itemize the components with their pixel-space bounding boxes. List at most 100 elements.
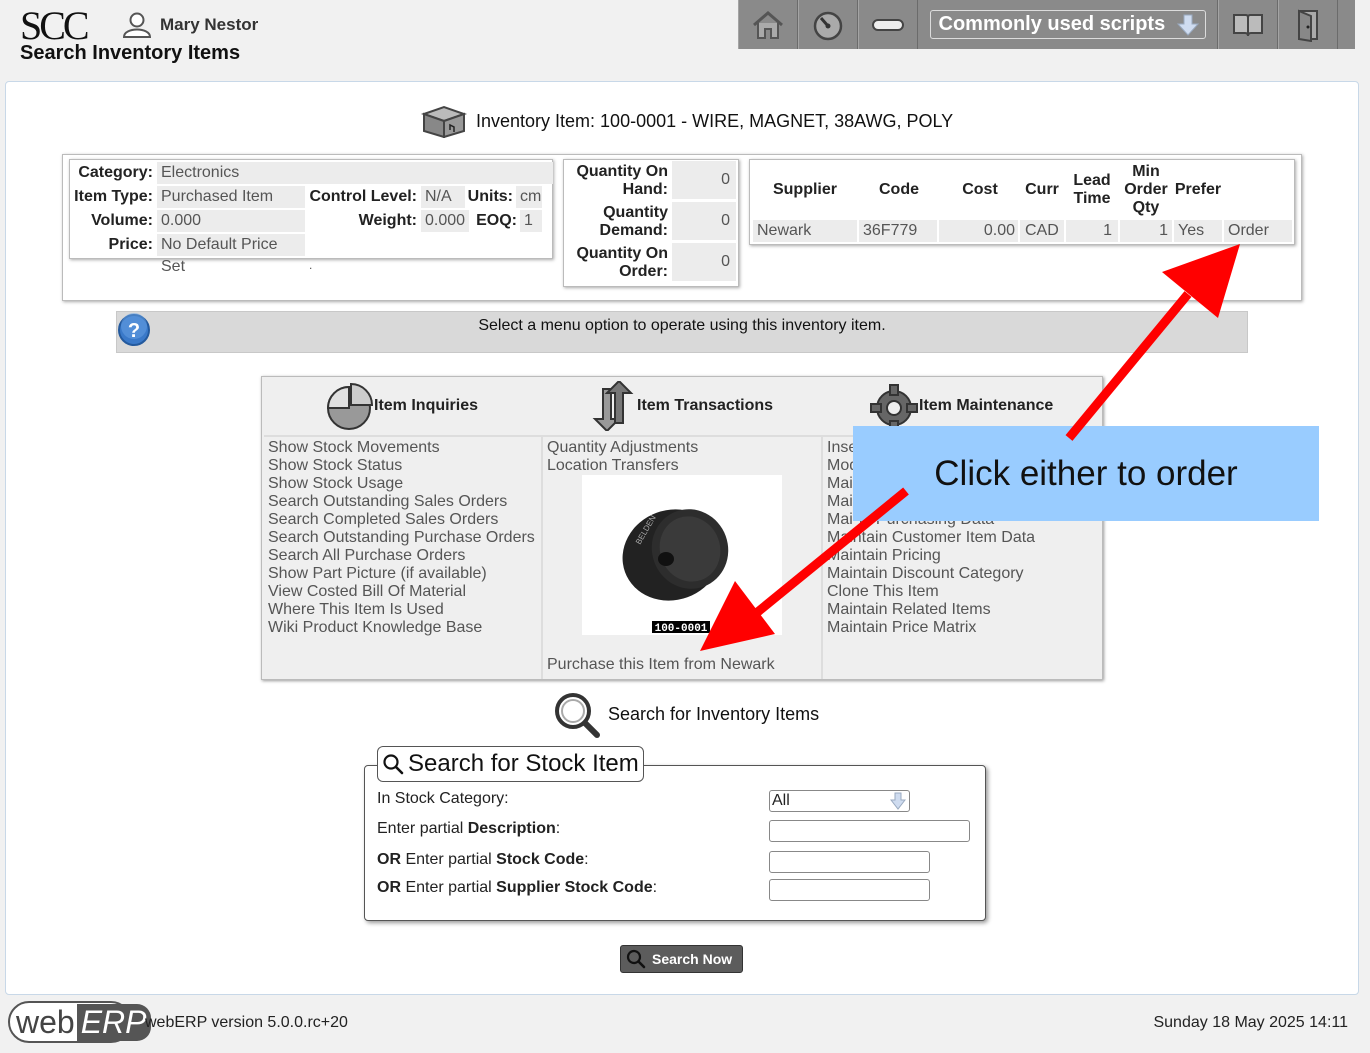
home-icon [753, 10, 783, 39]
category-label: Category: [78, 164, 153, 181]
supplier-lead-cell: 1 [1066, 220, 1118, 242]
min-order-qty-header: Min Order Qty [1124, 163, 1168, 216]
eoq-value: 1 [520, 210, 542, 232]
stock-code-label: OR Enter partial Stock Code: [377, 851, 589, 868]
qty-demand-value: 0 [672, 202, 736, 240]
weight-label: Weight: [358, 212, 417, 229]
search-inventory-link[interactable]: Search for Inventory Items [552, 690, 819, 738]
price-label: Price: [108, 236, 153, 253]
magnifier-icon [555, 693, 600, 738]
item-transactions-header: Item Transactions [589, 377, 773, 435]
supplier-code-cell: 36F779 [859, 220, 937, 242]
search-outstanding-sales-orders-link[interactable]: Search Outstanding Sales Orders [268, 493, 535, 511]
view-costed-bom-link[interactable]: View Costed Bill Of Material [268, 583, 535, 601]
up-down-arrows-icon [592, 381, 634, 431]
maintain-price-matrix-link[interactable]: Maintain Price Matrix [827, 619, 1035, 637]
show-stock-usage-link[interactable]: Show Stock Usage [268, 475, 535, 493]
item-type-value: Purchased Item [157, 186, 305, 208]
wiki-knowledge-base-link[interactable]: Wiki Product Knowledge Base [268, 619, 535, 637]
page-title: Search Inventory Items [20, 42, 241, 64]
inventory-item-title: Inventory Item: 100-0001 - WIRE, MAGNET,… [420, 104, 953, 138]
purchase-link-wrap: Purchase this Item from Newark [547, 656, 775, 674]
search-now-button[interactable]: Search Now [620, 945, 743, 973]
scripts-dropdown-wrap: Commonly used scripts [918, 0, 1218, 49]
qty-on-order-label: Quantity On Order: [576, 245, 668, 280]
item-maintenance-column: Item Maintenance Inse Mod Mai Mai Mai Ma… [823, 377, 1102, 679]
supplier-stock-code-input[interactable] [769, 879, 930, 901]
stock-code-input[interactable] [769, 851, 930, 873]
search-stock-legend-text: Search for Stock Item [408, 750, 639, 777]
search-all-purchase-orders-link[interactable]: Search All Purchase Orders [268, 547, 535, 565]
home-button[interactable] [738, 0, 798, 49]
main-toolbar: Commonly used scripts [738, 0, 1355, 49]
annotation-callout: Click either to order [853, 426, 1319, 521]
dropdown-arrow-icon [890, 792, 906, 810]
item-inquiries-column: Item Inquiries Show Stock Movements Show… [262, 377, 541, 679]
gear-icon [870, 384, 918, 431]
supplier-prefer-cell: Yes [1174, 220, 1222, 242]
dashboard-icon [813, 11, 843, 40]
maintain-customer-item-data-link[interactable]: Maintain Customer Item Data [827, 529, 1035, 547]
search-bar-toggle-button[interactable] [858, 0, 918, 49]
item-transactions-title: Item Transactions [637, 397, 774, 414]
where-used-link[interactable]: Where This Item Is Used [268, 601, 535, 619]
search-outstanding-purchase-orders-link[interactable]: Search Outstanding Purchase Orders [268, 529, 535, 547]
supplier-min-qty-cell: 1 [1120, 220, 1172, 242]
search-completed-sales-orders-link[interactable]: Search Completed Sales Orders [268, 511, 535, 529]
user-icon [122, 12, 152, 38]
user-name: Mary Nestor [160, 15, 259, 34]
item-inquiries-header: Item Inquiries [324, 377, 478, 435]
code-header: Code [879, 181, 919, 198]
user-menu[interactable]: Mary Nestor [122, 12, 258, 38]
search-icon [383, 754, 404, 775]
supplier-name-cell: Newark [753, 220, 857, 242]
supplier-code-label: OR Enter partial Supplier Stock Code: [377, 879, 658, 896]
lead-time-header: Lead Time [1073, 172, 1111, 207]
weberp-logo: web ERP [8, 1001, 151, 1043]
control-level-label: Control Level: [309, 188, 417, 205]
search-icon [626, 949, 646, 969]
location-transfers-link[interactable]: Location Transfers [547, 457, 698, 475]
quantity-adjustments-link[interactable]: Quantity Adjustments [547, 439, 698, 457]
price-row: Price: No Default Price Set [71, 234, 305, 275]
description-input[interactable] [769, 820, 970, 842]
wire-spool-image: BELDEN 100-0001 [622, 509, 729, 635]
category-filter-label: In Stock Category: [377, 790, 509, 807]
show-part-picture-link[interactable]: Show Part Picture (if available) [268, 565, 535, 583]
logout-door-icon [1298, 9, 1318, 42]
supplier-order-link[interactable]: Order [1224, 220, 1292, 242]
description-label: Enter partial Description: [377, 820, 561, 837]
inventory-box-icon [420, 105, 468, 138]
item-type-label: Item Type: [74, 188, 153, 205]
item-title-text: Inventory Item: 100-0001 - WIRE, MAGNET,… [476, 110, 954, 131]
clone-item-link[interactable]: Clone This Item [827, 583, 1035, 601]
purchase-from-newark-link[interactable]: Purchase this Item from Newark [547, 656, 775, 674]
price-value: No Default Price Set [157, 234, 305, 275]
supplier-header: Supplier [772, 181, 837, 198]
commonly-used-scripts-select[interactable]: Commonly used scripts [929, 10, 1206, 39]
logout-button[interactable] [1278, 0, 1338, 49]
qty-on-hand-label: Quantity On Hand: [576, 163, 668, 198]
stock-category-value: All [772, 792, 790, 809]
maintain-related-items-link[interactable]: Maintain Related Items [827, 601, 1035, 619]
prefer-header: Prefer [1174, 181, 1222, 198]
curr-header: Curr [1025, 181, 1059, 198]
maintain-pricing-link[interactable]: Maintain Pricing [827, 547, 1035, 565]
item-maintenance-title: Item Maintenance [919, 397, 1054, 414]
dashboard-button[interactable] [798, 0, 858, 49]
show-stock-movements-link[interactable]: Show Stock Movements [268, 439, 535, 457]
header: SCC Mary Nestor Search Inventory Items C… [0, 0, 1370, 76]
version-text: webERP version 5.0.0.rc+20 [145, 1014, 348, 1031]
search-inventory-link-text: Search for Inventory Items [608, 703, 820, 724]
scripts-select-label: Commonly used scripts [938, 13, 1166, 35]
weight-value: 0.000 [421, 210, 469, 232]
maintain-discount-category-link[interactable]: Maintain Discount Category [827, 565, 1035, 583]
eoq-label: EOQ: [476, 212, 517, 229]
minimize-icon [872, 18, 904, 31]
part-picture: BELDEN 100-0001 [582, 475, 782, 635]
manual-button[interactable] [1218, 0, 1278, 49]
stock-category-select[interactable]: All [769, 790, 910, 812]
show-stock-status-link[interactable]: Show Stock Status [268, 457, 535, 475]
supplier-cost-cell: 0.00 [939, 220, 1018, 242]
qty-demand-label: Quantity Demand: [599, 204, 668, 239]
